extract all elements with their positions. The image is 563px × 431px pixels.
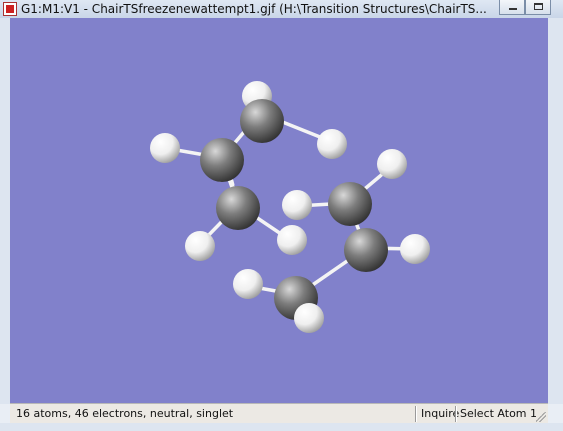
carbon-atom[interactable]	[344, 228, 388, 272]
mouse-mode-status: Inquire	[421, 407, 460, 420]
carbon-atom[interactable]	[200, 138, 244, 182]
carbon-atom[interactable]	[240, 99, 284, 143]
maximize-button[interactable]	[525, 0, 551, 15]
resize-grip-icon[interactable]	[536, 412, 546, 422]
application-window: G1:M1:V1 - ChairTSfreezenewattempt1.gjf …	[0, 0, 563, 431]
carbon-atom[interactable]	[328, 182, 372, 226]
hydrogen-atom[interactable]	[185, 231, 215, 261]
window-title: G1:M1:V1 - ChairTSfreezenewattempt1.gjf …	[21, 2, 487, 16]
molecule-summary-status: 16 atoms, 46 electrons, neutral, singlet	[16, 407, 234, 420]
status-bar: 16 atoms, 46 electrons, neutral, singlet…	[10, 403, 548, 424]
action-hint-status: Select Atom 1	[460, 407, 538, 420]
title-bar[interactable]: G1:M1:V1 - ChairTSfreezenewattempt1.gjf …	[0, 0, 563, 18]
hydrogen-atom[interactable]	[294, 303, 324, 333]
document-icon[interactable]	[3, 2, 17, 16]
hydrogen-atom[interactable]	[277, 225, 307, 255]
status-divider	[455, 406, 456, 422]
hydrogen-atom[interactable]	[150, 133, 180, 163]
window-frame-bottom	[0, 423, 563, 431]
minimize-button[interactable]	[499, 0, 525, 15]
hydrogen-atom[interactable]	[317, 129, 347, 159]
status-divider	[415, 406, 416, 422]
window-frame-right	[548, 18, 563, 404]
hydrogen-atom[interactable]	[400, 234, 430, 264]
molecule-canvas[interactable]	[10, 18, 548, 403]
molecule-viewport[interactable]	[10, 18, 548, 403]
window-frame-left	[0, 18, 10, 404]
hydrogen-atom[interactable]	[377, 149, 407, 179]
atom-group	[150, 81, 430, 333]
hydrogen-atom[interactable]	[282, 190, 312, 220]
hydrogen-atom[interactable]	[233, 269, 263, 299]
carbon-atom[interactable]	[216, 186, 260, 230]
